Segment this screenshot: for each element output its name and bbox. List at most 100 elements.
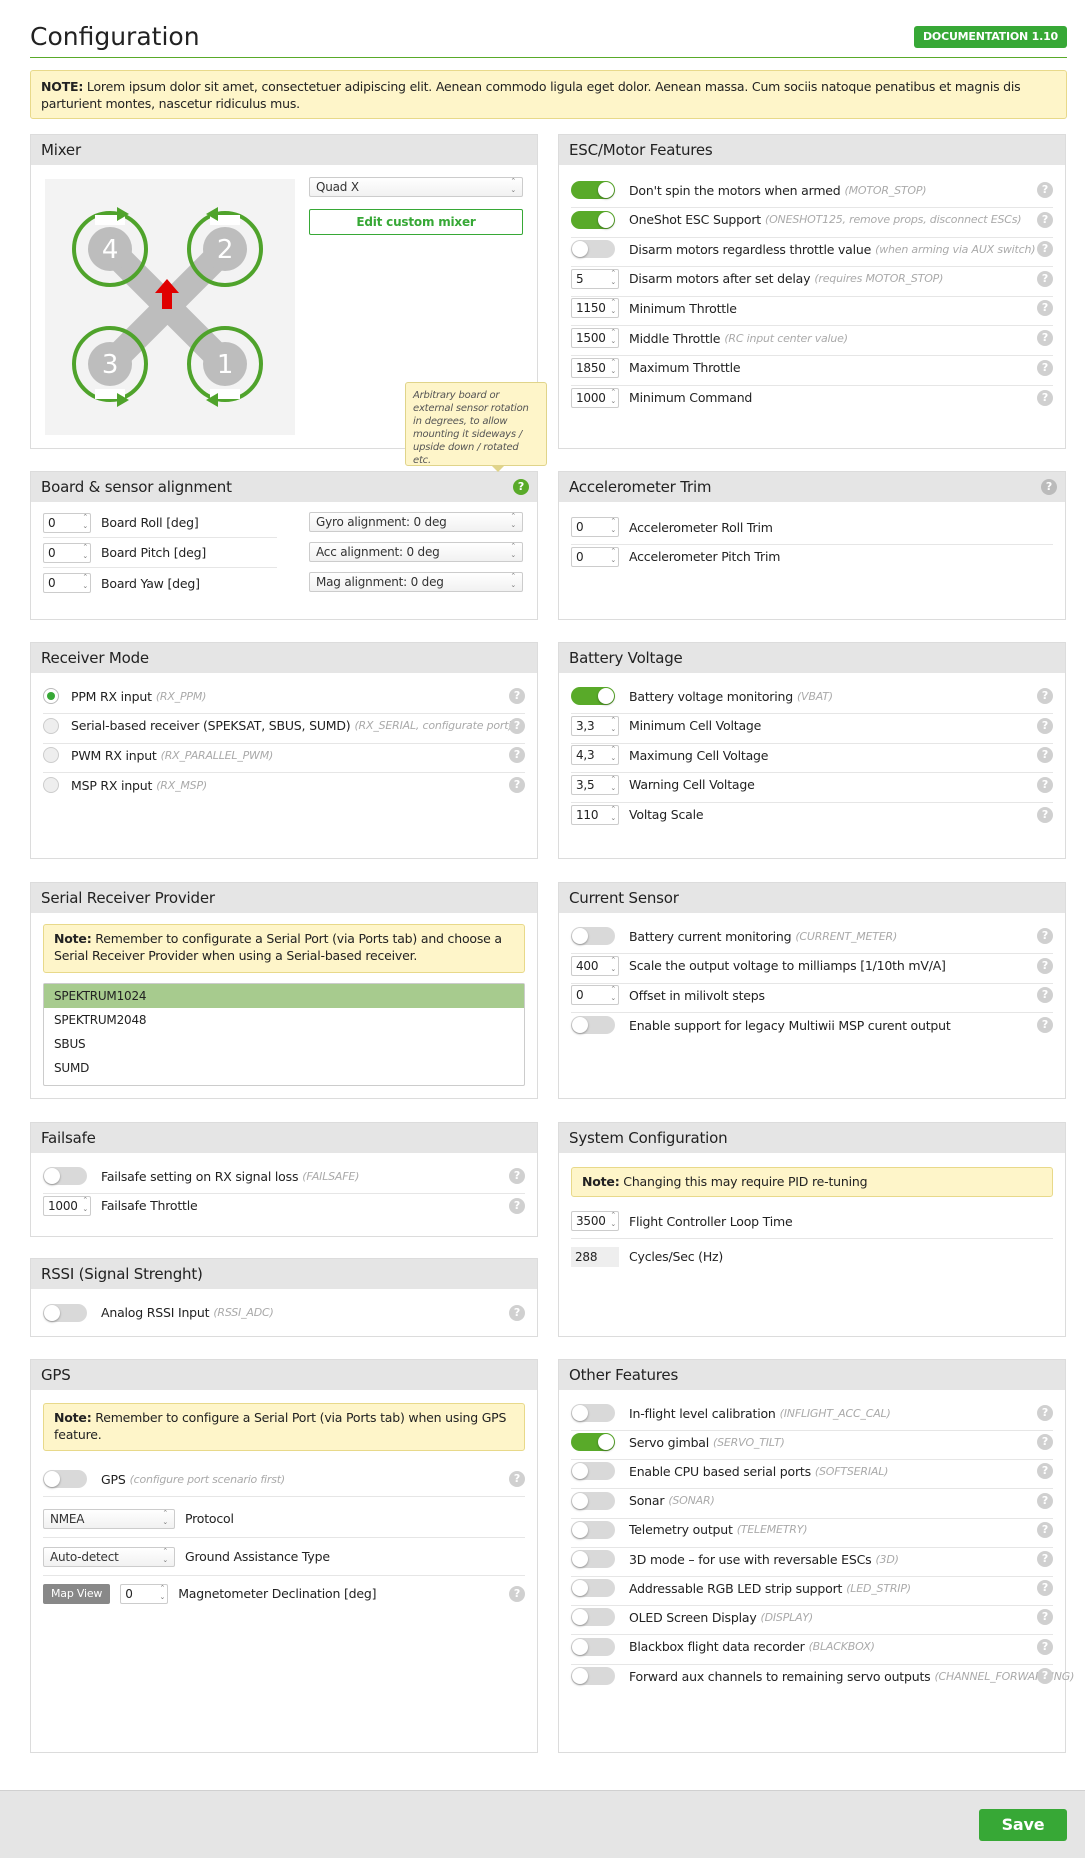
declination-input[interactable]: 0	[120, 1583, 169, 1604]
help-icon[interactable]: ?	[1037, 747, 1053, 763]
feature-toggle[interactable]	[571, 1462, 615, 1481]
receiver-radio[interactable]	[43, 688, 59, 704]
help-icon[interactable]: ?	[1037, 359, 1053, 376]
help-icon[interactable]: ?	[1037, 688, 1053, 704]
help-icon[interactable]: ?	[1037, 1405, 1053, 1421]
help-icon[interactable]: ?	[509, 688, 525, 704]
number-input[interactable]: 400	[571, 955, 619, 976]
help-icon[interactable]: ?	[513, 479, 529, 495]
list-item[interactable]: SPEKTRUM1024	[44, 984, 524, 1008]
feature-toggle[interactable]	[571, 240, 615, 259]
help-icon[interactable]: ?	[509, 747, 525, 763]
help-icon[interactable]: ?	[1037, 1434, 1053, 1451]
protocol-select[interactable]: NMEA	[43, 1508, 175, 1529]
feature-toggle[interactable]	[571, 687, 615, 705]
number-input[interactable]: 5	[571, 268, 619, 289]
help-icon[interactable]: ?	[1037, 1492, 1053, 1509]
feature-toggle[interactable]	[571, 1520, 615, 1539]
number-input[interactable]: 1850	[571, 357, 619, 378]
number-input[interactable]: 1000	[43, 1195, 91, 1216]
feature-toggle[interactable]	[571, 1637, 615, 1656]
help-icon[interactable]: ?	[1037, 1463, 1053, 1480]
number-input[interactable]: 0	[571, 517, 619, 537]
row-label: PWM RX input	[71, 747, 157, 763]
help-icon[interactable]: ?	[1037, 1551, 1053, 1567]
help-icon[interactable]: ?	[1037, 717, 1053, 734]
number-input[interactable]: 3,3	[571, 715, 619, 736]
help-icon[interactable]: ?	[1037, 1609, 1053, 1626]
alignment-select[interactable]: Mag alignment: 0 deg	[309, 572, 523, 592]
number-input[interactable]: 1150	[571, 298, 619, 319]
feature-toggle[interactable]	[571, 1550, 615, 1568]
number-input[interactable]: 1000	[571, 387, 619, 408]
edit-custom-mixer-button[interactable]: Edit custom mixer	[309, 209, 523, 235]
help-icon[interactable]: ?	[1037, 300, 1053, 317]
row-hint: (FAILSAFE)	[302, 1169, 360, 1183]
help-icon[interactable]: ?	[1041, 479, 1057, 495]
number-input[interactable]: 3,5	[571, 774, 619, 795]
help-icon[interactable]: ?	[1037, 806, 1053, 823]
feature-toggle[interactable]	[571, 181, 615, 199]
mixer-type-select[interactable]: Quad X	[309, 177, 523, 197]
receiver-radio[interactable]	[43, 777, 59, 793]
number-input[interactable]: 4,3	[571, 745, 619, 765]
help-icon[interactable]: ?	[509, 1304, 525, 1321]
help-icon[interactable]: ?	[1037, 957, 1053, 974]
feature-toggle[interactable]	[571, 1579, 615, 1598]
row-label: 3D mode – for use with reversable ESCs	[629, 1551, 872, 1567]
feature-toggle[interactable]	[571, 1491, 615, 1510]
help-icon[interactable]: ?	[1037, 1638, 1053, 1655]
number-input[interactable]: 0	[43, 542, 91, 563]
help-icon[interactable]: ?	[1037, 270, 1053, 287]
feature-toggle[interactable]	[571, 1667, 615, 1686]
rssi-toggle[interactable]	[43, 1303, 87, 1322]
assist-select[interactable]: Auto-detect	[43, 1546, 175, 1567]
help-icon[interactable]: ?	[509, 777, 525, 793]
help-icon[interactable]: ?	[509, 1197, 525, 1214]
list-item[interactable]: SPEKTRUM2048	[44, 1008, 524, 1032]
number-input[interactable]: 0	[571, 546, 619, 567]
alignment-select[interactable]: Acc alignment: 0 deg	[309, 542, 523, 562]
list-item[interactable]: SBUS	[44, 1032, 524, 1056]
documentation-button[interactable]: DOCUMENTATION 1.10	[914, 26, 1067, 48]
feature-toggle[interactable]	[571, 927, 615, 945]
save-button[interactable]: Save	[979, 1809, 1067, 1841]
map-view-button[interactable]: Map View	[43, 1583, 111, 1604]
number-input[interactable]: 110	[571, 804, 619, 825]
row-label: Magnetometer Declination [deg]	[178, 1586, 377, 1601]
feature-toggle[interactable]	[571, 1608, 615, 1627]
help-icon[interactable]: ?	[509, 1168, 525, 1184]
feature-toggle[interactable]	[571, 1404, 615, 1422]
help-icon[interactable]: ?	[1037, 389, 1053, 406]
list-item[interactable]: SUMD	[44, 1056, 524, 1080]
help-icon[interactable]: ?	[1037, 1017, 1053, 1033]
number-input[interactable]: 0	[43, 573, 91, 593]
loop-time-input[interactable]: 3500	[571, 1211, 619, 1231]
help-icon[interactable]: ?	[509, 1471, 525, 1487]
help-icon[interactable]: ?	[1037, 241, 1053, 258]
number-input[interactable]: 1500	[571, 328, 619, 348]
feature-toggle[interactable]	[571, 210, 615, 229]
help-icon[interactable]: ?	[1037, 928, 1053, 944]
feature-toggle[interactable]	[43, 1167, 87, 1185]
help-icon[interactable]: ?	[1037, 776, 1053, 793]
row-hint: (RX_MSP)	[156, 778, 207, 792]
help-icon[interactable]: ?	[509, 717, 525, 734]
help-icon[interactable]: ?	[1037, 182, 1053, 198]
serial-receiver-list[interactable]: SPEKTRUM1024 SPEKTRUM2048 SBUS SUMD	[43, 983, 525, 1086]
help-icon[interactable]: ?	[1037, 330, 1053, 346]
help-icon[interactable]: ?	[1037, 1580, 1053, 1597]
receiver-radio[interactable]	[43, 717, 59, 734]
row-hint: (CHANNEL_FORWARDING)	[934, 1669, 1075, 1683]
feature-toggle[interactable]	[571, 1433, 615, 1452]
number-input[interactable]: 0	[571, 985, 619, 1005]
receiver-radio[interactable]	[43, 747, 59, 763]
gps-toggle[interactable]	[43, 1470, 87, 1488]
number-input[interactable]: 0	[43, 512, 91, 533]
alignment-select[interactable]: Gyro alignment: 0 deg	[309, 512, 523, 532]
feature-toggle[interactable]	[571, 1016, 615, 1034]
help-icon[interactable]: ?	[1037, 211, 1053, 228]
help-icon[interactable]: ?	[1037, 987, 1053, 1003]
help-icon[interactable]: ?	[509, 1585, 525, 1602]
help-icon[interactable]: ?	[1037, 1521, 1053, 1538]
